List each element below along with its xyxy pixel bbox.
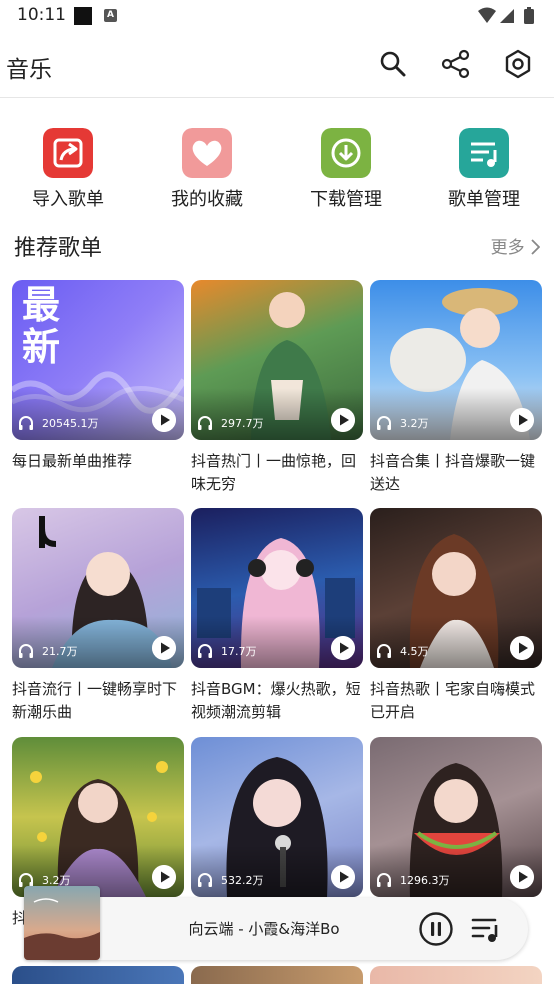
chevron-right-icon (531, 239, 541, 255)
headphones-icon (377, 416, 391, 430)
more-link-label: 更多 (490, 238, 525, 258)
playlist-cover: 21.7万 (12, 508, 184, 668)
import-icon (43, 128, 93, 178)
shortcut-label: 歌单管理 (448, 189, 520, 210)
playlist-card[interactable]: 3.2万 抖音合集丨抖音爆歌一键送达 (370, 280, 542, 504)
playlist-icon (459, 128, 509, 178)
play-icon[interactable] (152, 408, 176, 432)
play-count: 3.2万 (400, 417, 429, 430)
play-count: 1296.3万 (400, 874, 450, 887)
playlist-card[interactable]: 最 新 20545.1万 每日最新单曲推荐 (12, 280, 184, 504)
settings-icon[interactable] (500, 46, 536, 82)
headphones-icon (198, 873, 212, 887)
mini-player[interactable]: 向云端 - 小霞&海洋Bo (24, 886, 528, 960)
playlist-card[interactable]: 17.7万 抖音BGM：爆火热歌，短视频潮流剪辑 (191, 508, 363, 732)
play-count: 4.5万 (400, 645, 429, 658)
headphones-icon (19, 416, 33, 430)
search-icon[interactable] (375, 46, 411, 82)
notification-icon (74, 7, 92, 25)
shortcut-favorites[interactable]: 我的收藏 (142, 128, 272, 212)
now-playing-cover (24, 886, 100, 960)
pause-icon[interactable] (418, 911, 454, 947)
play-icon[interactable] (152, 865, 176, 889)
play-count: 297.7万 (221, 417, 264, 430)
section-title: 推荐歌单 (14, 236, 103, 261)
play-count: 532.2万 (221, 874, 264, 887)
download-icon (321, 128, 371, 178)
shortcut-import-playlist[interactable]: 导入歌单 (3, 128, 133, 212)
shortcut-label: 下载管理 (310, 189, 382, 210)
heart-icon (182, 128, 232, 178)
playlist-cover: 3.2万 (370, 280, 542, 440)
headphones-icon (19, 644, 33, 658)
app-bar: 音乐 (0, 32, 554, 98)
playlist-cover: 1296.3万 (370, 737, 542, 897)
playlist-cover-partial[interactable] (370, 966, 542, 984)
now-playing-title: 向云端 - 小霞&海洋Bo (188, 920, 340, 938)
shortcut-label: 我的收藏 (171, 189, 243, 210)
playlist-title: 抖音BGM：爆火热歌，短视频潮流剪辑 (191, 680, 361, 721)
play-count: 21.7万 (42, 645, 78, 658)
cover-art (24, 898, 100, 960)
cover-text-line: 最 (22, 283, 61, 327)
play-count: 20545.1万 (42, 417, 99, 430)
play-icon[interactable] (510, 865, 534, 889)
playlist-card[interactable]: 4.5万 抖音热歌丨宅家自嗨模式已开启 (370, 508, 542, 732)
headphones-icon (198, 416, 212, 430)
playlist-title: 抖音热歌丨宅家自嗨模式已开启 (370, 680, 536, 721)
headphones-icon (198, 644, 212, 658)
playlist-cover: 最 新 20545.1万 (12, 280, 184, 440)
headphones-icon (377, 644, 391, 658)
playlist-card[interactable]: 21.7万 抖音流行丨一键畅享时下新潮乐曲 (12, 508, 184, 732)
cover-text: 最 新 (22, 284, 60, 368)
play-icon[interactable] (152, 636, 176, 660)
playlist-title: 抖音流行丨一键畅享时下新潮乐曲 (12, 680, 178, 721)
page-title: 音乐 (6, 57, 52, 83)
play-count: 17.7万 (221, 645, 257, 658)
playlist-cover: 3.2万 (12, 737, 184, 897)
more-link[interactable]: 更多 (490, 233, 541, 258)
cover-text-line: 新 (22, 325, 61, 369)
system-status-icons (478, 7, 534, 24)
playlist-cover: 4.5万 (370, 508, 542, 668)
status-time: 10:11 (17, 5, 66, 25)
playlist-cover: 532.2万 (191, 737, 363, 897)
shortcut-label: 导入歌单 (32, 189, 104, 210)
status-bar: 10:11 A (0, 0, 554, 32)
play-icon[interactable] (331, 636, 355, 660)
shortcut-downloads[interactable]: 下载管理 (281, 128, 411, 212)
notification-badge-icon: A (104, 9, 117, 22)
playlist-queue-icon[interactable] (471, 915, 501, 943)
playlist-card[interactable]: 297.7万 抖音热门丨一曲惊艳，回味无穷 (191, 280, 363, 504)
playlist-title: 抖音合集丨抖音爆歌一键送达 (370, 452, 536, 493)
playlist-cover-partial[interactable] (12, 966, 184, 984)
playlist-title: 每日最新单曲推荐 (12, 452, 133, 470)
playlist-cover: 17.7万 (191, 508, 363, 668)
share-icon[interactable] (438, 46, 474, 82)
shortcut-playlist-manager[interactable]: 歌单管理 (419, 128, 549, 212)
playlist-title: 抖音热门丨一曲惊艳，回味无穷 (191, 452, 357, 493)
play-icon[interactable] (331, 865, 355, 889)
play-icon[interactable] (510, 636, 534, 660)
play-icon[interactable] (331, 408, 355, 432)
playlist-cover-partial[interactable] (191, 966, 363, 984)
playlist-cover: 297.7万 (191, 280, 363, 440)
headphones-icon (377, 873, 391, 887)
play-icon[interactable] (510, 408, 534, 432)
